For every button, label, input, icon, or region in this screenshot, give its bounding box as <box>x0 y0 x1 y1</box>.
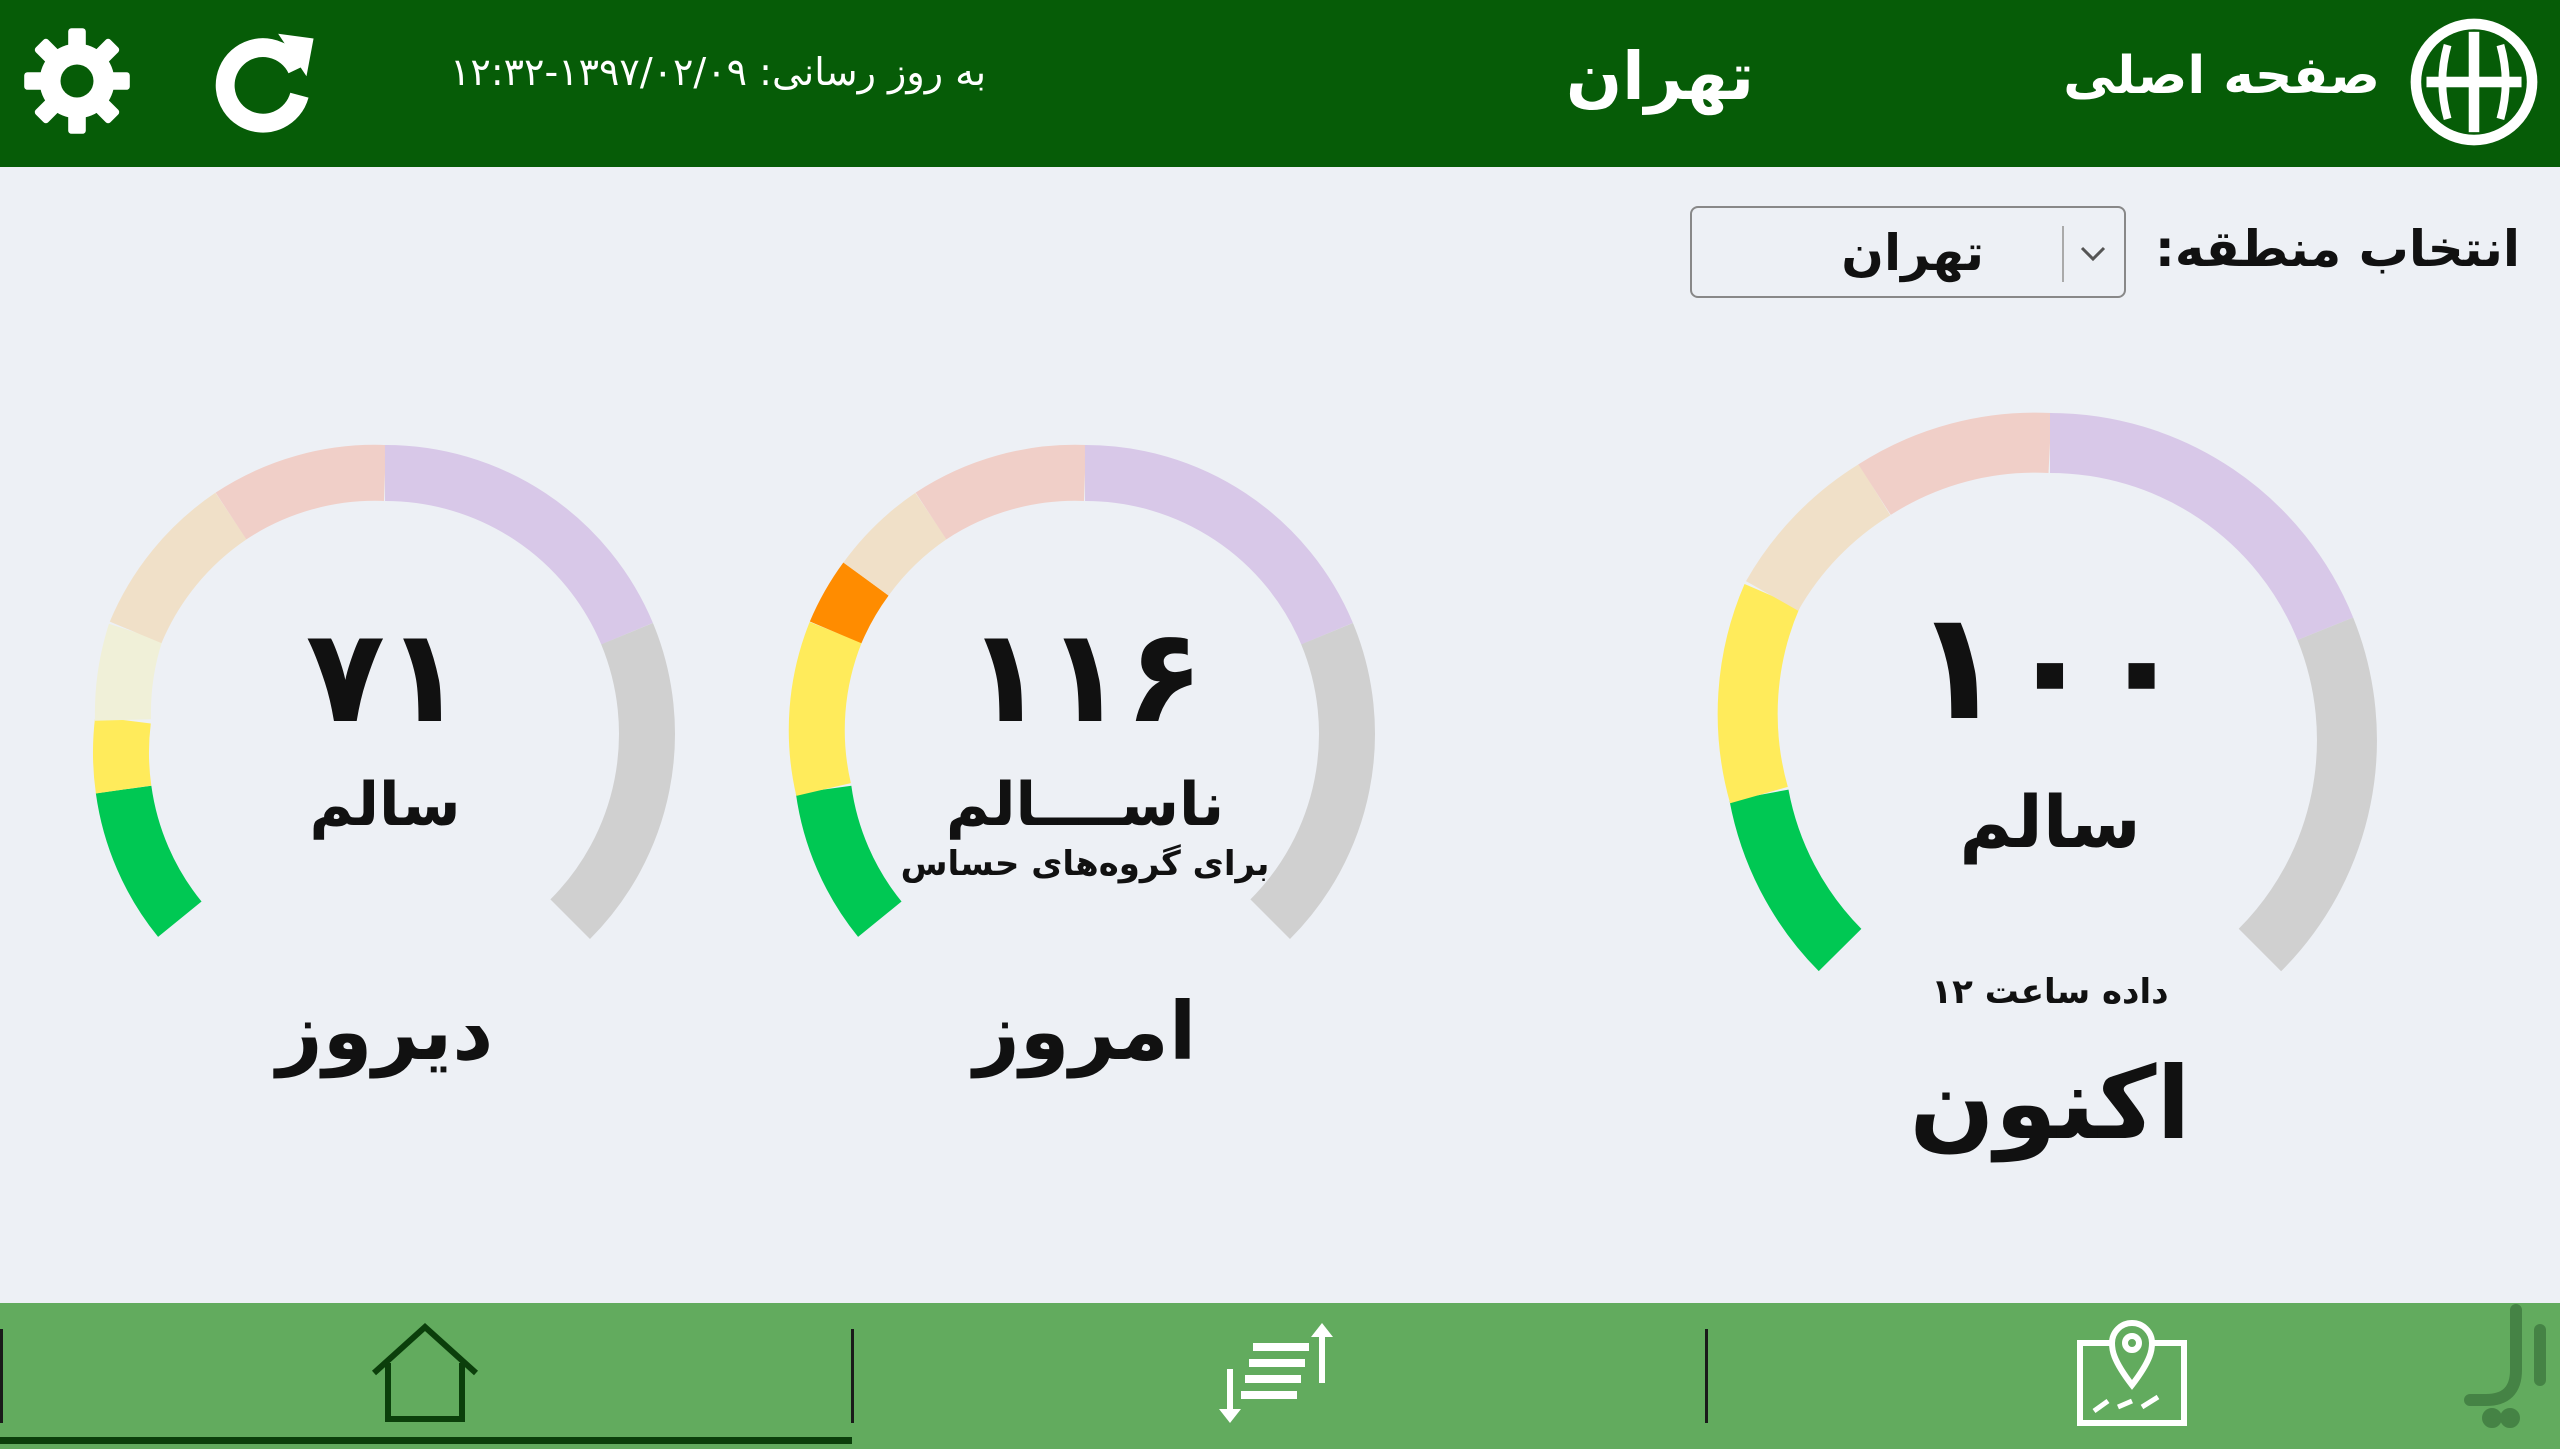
gauge-today-subtitle: برای گروه‌های حساس <box>900 844 1270 884</box>
chevron-down-icon[interactable] <box>2076 228 2110 278</box>
arc-unhealthy <box>1858 412 2052 516</box>
gauge-yesterday-value: ۷۱ <box>305 600 465 752</box>
map-pin-icon[interactable] <box>2074 1319 2190 1429</box>
gauge-now-label: اکنون <box>1909 1045 2191 1162</box>
arc-unhealthy <box>915 444 1087 540</box>
dropdown-divider <box>2062 226 2064 282</box>
region-dropdown[interactable]: تهران <box>1690 206 2126 298</box>
home-icon[interactable] <box>370 1321 480 1425</box>
gauge-today-status: ناســــالم <box>945 770 1225 840</box>
gauge-yesterday-label: دیروز <box>276 985 494 1078</box>
arc-unhealthy <box>215 444 387 540</box>
gear-icon[interactable] <box>22 26 132 136</box>
last-updated-text: به روز رسانی: ۱۳۹۷/۰۲/۰۹-۱۲:۳۲ <box>450 50 987 94</box>
region-label: انتخاب منطقه: <box>2154 220 2520 278</box>
gauge-now-data-note: داده ساعت ۱۲ <box>1931 972 2169 1012</box>
gauge-yesterday-status: سالم <box>309 770 461 840</box>
gauge-yesterday: ۷۱ سالم دیروز <box>90 440 680 1100</box>
gauge-today: ۱۱۶ ناســــالم برای گروه‌های حساس امروز <box>788 440 1380 1100</box>
arc-usg-faded <box>843 492 948 596</box>
gauge-now-status: سالم <box>1959 780 2141 864</box>
nav-divider <box>0 1329 3 1423</box>
bottom-nav <box>0 1303 2560 1449</box>
region-selected-value: تهران <box>1841 224 1984 282</box>
bazaar-watermark-icon <box>2464 1304 2546 1428</box>
gauge-today-label: امروز <box>973 985 1197 1078</box>
gauge-today-value: ۱۱۶ <box>965 600 1205 752</box>
refresh-icon[interactable] <box>205 22 323 140</box>
page-title: تهران <box>1565 38 1755 115</box>
logo-icon <box>2410 18 2538 146</box>
home-link[interactable]: صفحه اصلی <box>2063 46 2380 106</box>
sort-icon[interactable] <box>1215 1321 1339 1425</box>
gauge-now: ۱۰۰ سالم داده ساعت ۱۲ اکنون <box>1690 380 2410 1200</box>
nav-active-indicator <box>0 1437 852 1444</box>
nav-divider <box>1705 1329 1708 1423</box>
app-header: به روز رسانی: ۱۳۹۷/۰۲/۰۹-۱۲:۳۲ تهران صفح… <box>0 0 2560 167</box>
nav-divider <box>851 1329 854 1423</box>
gauge-now-value: ۱۰۰ <box>1912 580 2188 754</box>
